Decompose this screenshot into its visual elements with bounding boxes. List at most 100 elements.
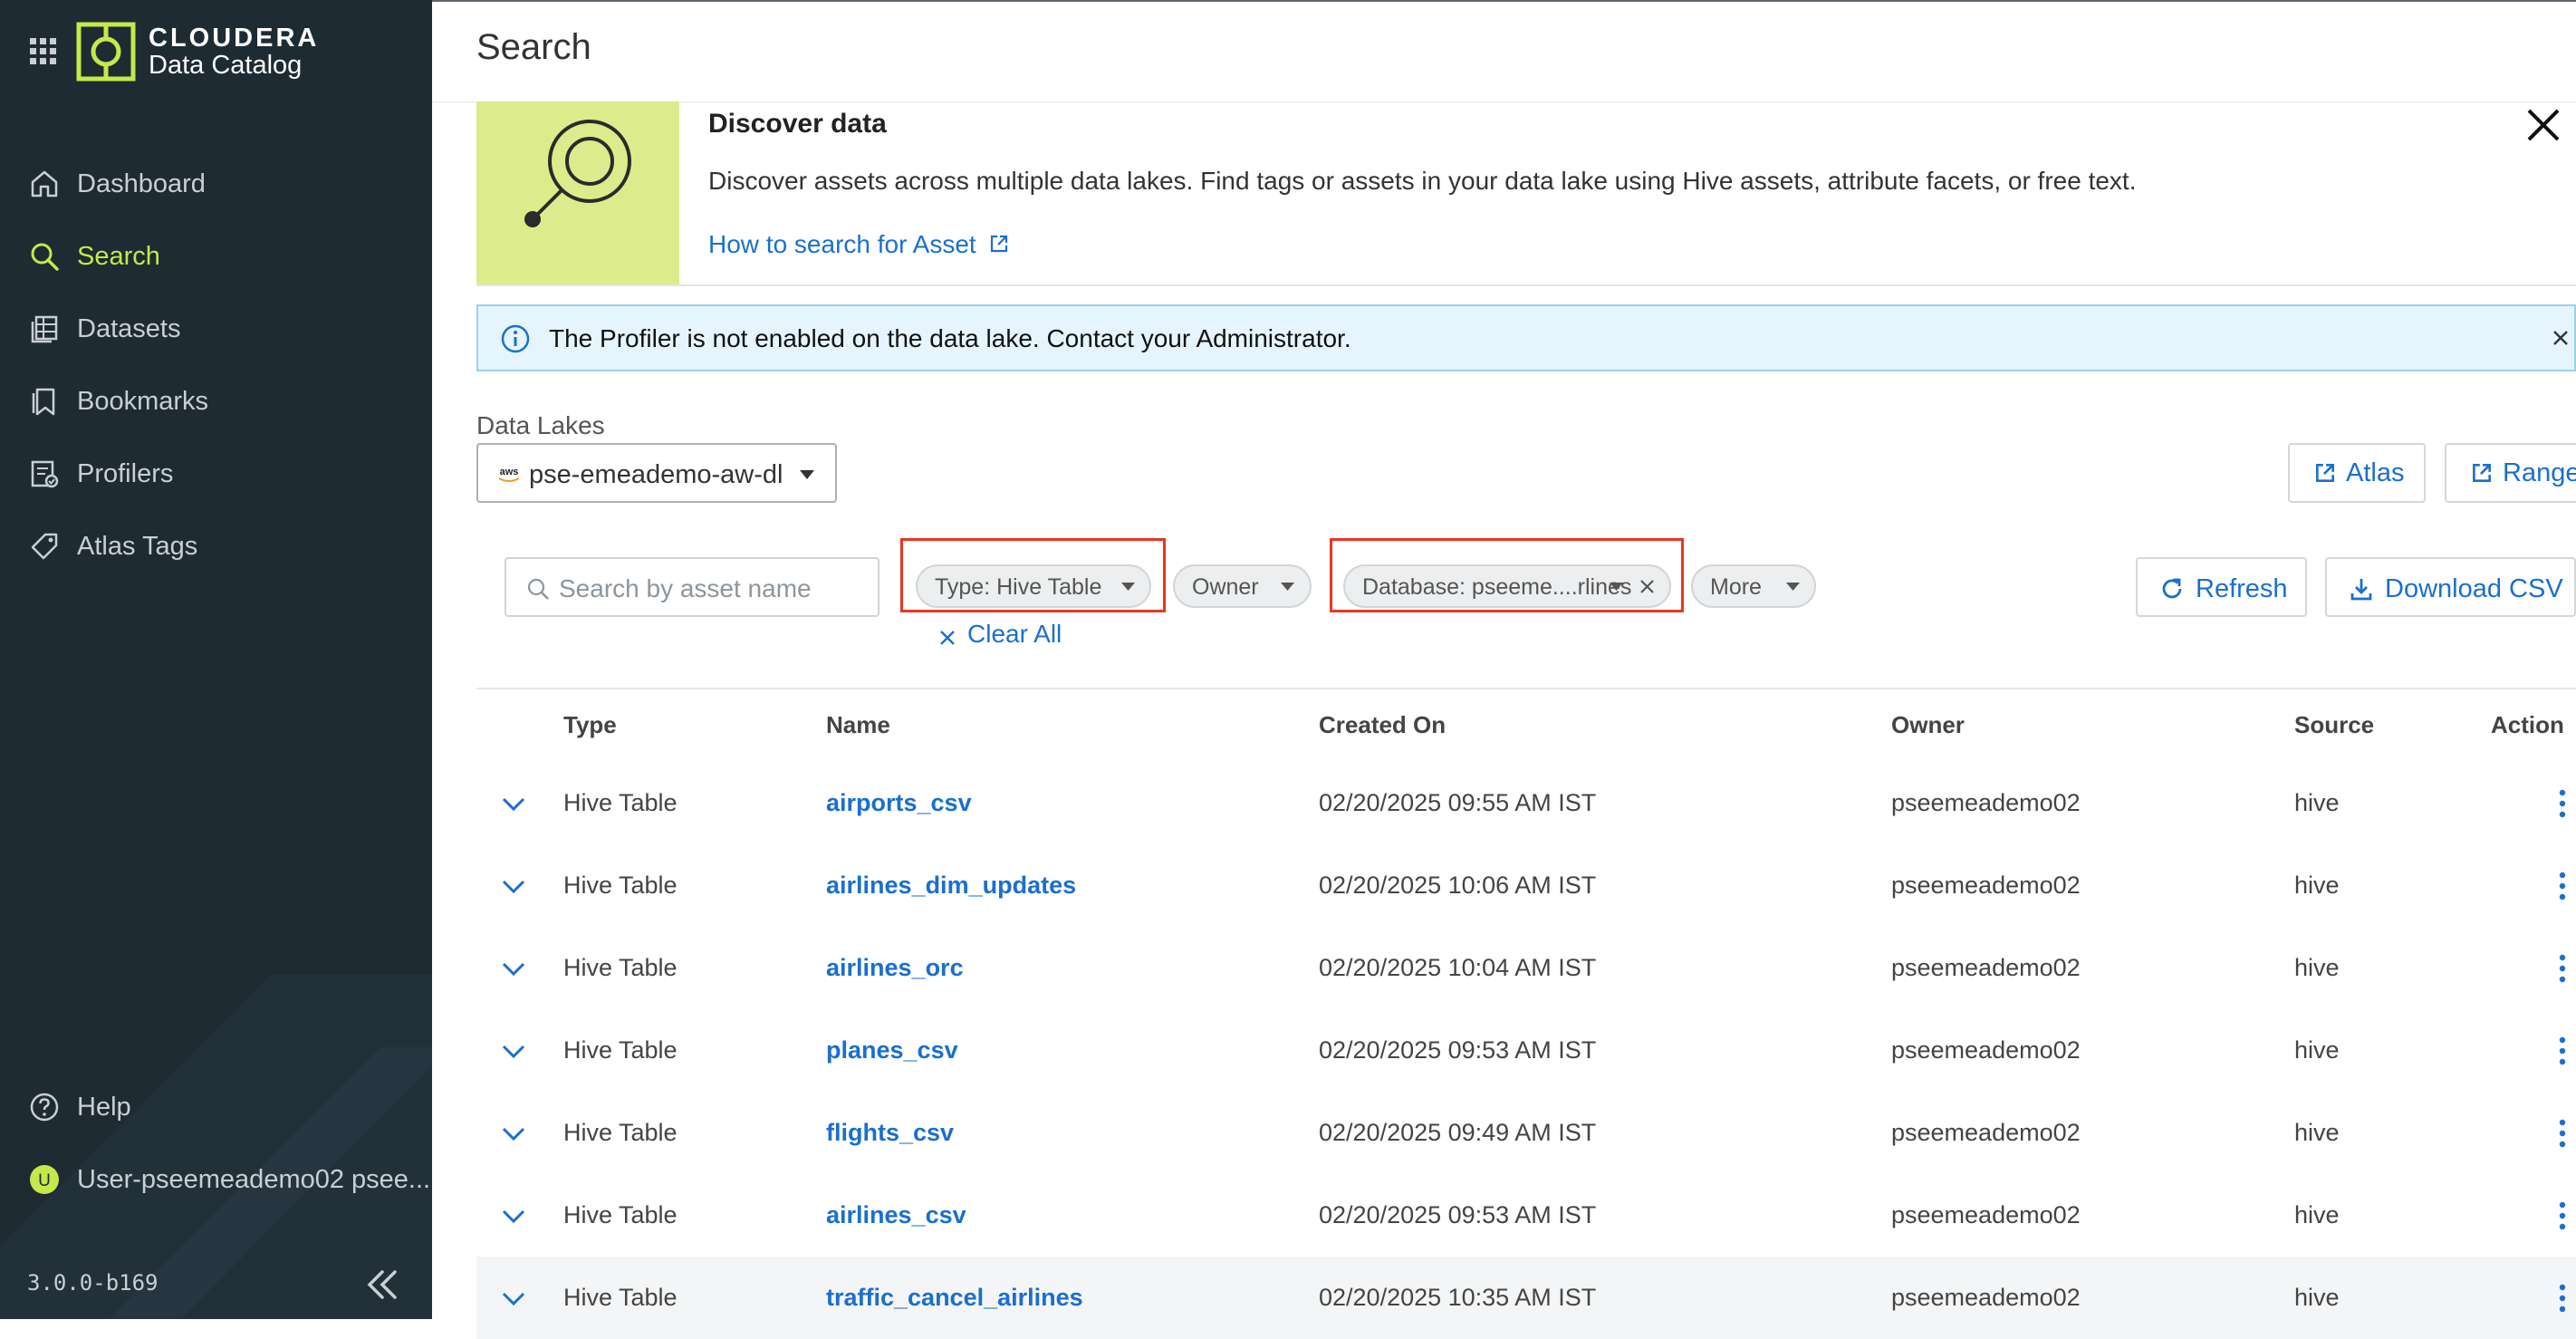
- more-filter-chip[interactable]: More: [1691, 564, 1816, 608]
- sidebar-item-label: Atlas Tags: [77, 531, 198, 561]
- filter-toolbar: Type: Hive Table Owner Database: pseeme.…: [476, 528, 2576, 688]
- cloudera-logo-icon: [76, 22, 136, 82]
- avatar-initial: U: [38, 1171, 51, 1190]
- atlas-button[interactable]: Atlas: [2288, 443, 2426, 503]
- more-actions-icon[interactable]: [2558, 1035, 2567, 1067]
- sidebar-item-user[interactable]: U User-pseemeademo02 psee...: [0, 1152, 432, 1207]
- close-icon[interactable]: [2520, 101, 2567, 149]
- app-switcher-icon[interactable]: [30, 38, 57, 65]
- version-label: 3.0.0-b169: [27, 1270, 159, 1296]
- cell-source: hive: [2294, 1119, 2340, 1146]
- sidebar-item-help[interactable]: Help: [0, 1080, 432, 1134]
- expand-chevron-icon[interactable]: [501, 796, 526, 813]
- collapse-sidebar-icon[interactable]: [362, 1267, 402, 1303]
- cell-name[interactable]: traffic_cancel_airlines: [826, 1284, 1083, 1312]
- cell-name[interactable]: planes_csv: [826, 1036, 958, 1064]
- cell-name[interactable]: airlines_dim_updates: [826, 872, 1076, 900]
- table-row: Hive Table traffic_cancel_airlines 02/20/2…: [476, 1257, 2576, 1339]
- ranger-button[interactable]: Ranger: [2445, 443, 2576, 503]
- expand-chevron-icon[interactable]: [501, 1209, 526, 1225]
- sidebar: CLOUDERA Data Catalog Dashboard Search D…: [0, 0, 432, 1319]
- discover-banner: Discover data Discover assets across mul…: [476, 101, 2576, 286]
- magnifier-illustration-icon: [524, 120, 631, 227]
- external-link-icon: [2316, 464, 2334, 482]
- cell-type: Hive Table: [563, 789, 678, 816]
- sidebar-item-bookmarks[interactable]: Bookmarks: [0, 374, 432, 429]
- table-row: Hive Table planes_csv 02/20/2025 09:53 AM …: [476, 1009, 2576, 1092]
- close-icon: [940, 631, 955, 645]
- cell-source: hive: [2294, 789, 2340, 816]
- more-actions-icon[interactable]: [2558, 1199, 2567, 1232]
- avatar: U: [30, 1165, 59, 1194]
- search-icon: [31, 243, 59, 271]
- table-header: Type Name Created On Owner Source Action: [476, 688, 2576, 764]
- cell-owner: pseemeademo02: [1891, 789, 2081, 816]
- cell-created-on: 02/20/2025 10:04 AM IST: [1319, 954, 1597, 981]
- more-actions-icon[interactable]: [2558, 952, 2567, 985]
- owner-filter-chip[interactable]: Owner: [1173, 564, 1312, 608]
- bookmark-icon: [32, 388, 55, 416]
- type-filter-label: Type: Hive Table: [935, 574, 1102, 600]
- sidebar-item-atlas-tags[interactable]: Atlas Tags: [0, 519, 432, 573]
- sidebar-item-label: Bookmarks: [77, 386, 209, 416]
- external-link-icon: [991, 235, 1008, 253]
- sidebar-item-dashboard[interactable]: Dashboard: [0, 157, 432, 211]
- ranger-button-label: Ranger: [2503, 458, 2576, 487]
- database-filter-chip[interactable]: Database: pseeme....rlines: [1343, 564, 1671, 608]
- cell-type: Hive Table: [563, 954, 678, 981]
- cell-source: hive: [2294, 1284, 2340, 1311]
- cell-owner: pseemeademo02: [1891, 1036, 2081, 1064]
- main-content: Search Discover data Discover assets acr…: [432, 0, 2576, 1339]
- cell-type: Hive Table: [563, 1284, 678, 1311]
- expand-chevron-icon[interactable]: [501, 1044, 526, 1060]
- more-actions-icon[interactable]: [2558, 787, 2567, 820]
- owner-filter-label: Owner: [1192, 574, 1259, 600]
- more-actions-icon[interactable]: [2558, 870, 2567, 902]
- discover-illustration: [476, 101, 679, 284]
- cell-name[interactable]: flights_csv: [826, 1119, 954, 1147]
- expand-chevron-icon[interactable]: [501, 1126, 526, 1142]
- chevron-down-icon: [800, 470, 814, 479]
- chevron-down-icon: [1121, 583, 1135, 591]
- expand-chevron-icon[interactable]: [501, 879, 526, 895]
- how-to-search-link[interactable]: How to search for Asset: [708, 230, 1010, 259]
- more-filter-label: More: [1710, 574, 1762, 600]
- cell-type: Hive Table: [563, 1201, 678, 1228]
- cell-name[interactable]: airlines_orc: [826, 954, 964, 982]
- column-header-source: Source: [2294, 711, 2375, 738]
- user-name: User-pseemeademo02 psee...: [77, 1164, 431, 1194]
- download-csv-label: Download CSV: [2385, 574, 2563, 603]
- column-header-action: Action: [2491, 711, 2564, 738]
- more-actions-icon[interactable]: [2558, 1117, 2567, 1150]
- info-icon: [501, 324, 530, 353]
- type-filter-chip[interactable]: Type: Hive Table: [916, 564, 1151, 608]
- chevron-down-icon: [1610, 583, 1623, 591]
- chevron-down-icon: [1786, 583, 1800, 591]
- alert-close-icon[interactable]: [2547, 324, 2574, 352]
- brand-name: CLOUDERA: [149, 24, 320, 53]
- cell-name[interactable]: airports_csv: [826, 789, 972, 817]
- download-csv-button[interactable]: Download CSV: [2325, 557, 2576, 617]
- data-lake-select[interactable]: aws pse-emeademo-aw-dl: [476, 443, 837, 503]
- remove-filter-icon[interactable]: [1639, 579, 1655, 594]
- sidebar-item-search[interactable]: Search: [0, 229, 432, 284]
- table-row: Hive Table flights_csv 02/20/2025 09:49 AM…: [476, 1092, 2576, 1174]
- sidebar-item-label: Dashboard: [77, 169, 206, 198]
- page-title: Search: [476, 27, 591, 67]
- expand-chevron-icon[interactable]: [501, 961, 526, 978]
- asset-search-box: [505, 557, 879, 617]
- expand-chevron-icon[interactable]: [501, 1291, 526, 1307]
- sidebar-item-profilers[interactable]: Profilers: [0, 447, 432, 501]
- refresh-button[interactable]: Refresh: [2136, 557, 2307, 617]
- sidebar-item-datasets[interactable]: Datasets: [0, 302, 432, 356]
- how-to-search-link-label: How to search for Asset: [708, 230, 976, 258]
- more-actions-icon[interactable]: [2558, 1282, 2567, 1315]
- cell-name[interactable]: airlines_csv: [826, 1201, 966, 1229]
- asset-search-input[interactable]: [557, 570, 869, 608]
- profiler-alert: The Profiler is not enabled on the data …: [476, 304, 2576, 371]
- help-icon: [30, 1093, 59, 1122]
- clear-all-label: Clear All: [967, 620, 1062, 648]
- cell-type: Hive Table: [563, 1036, 678, 1064]
- table-row: Hive Table airlines_orc 02/20/2025 10:04 A…: [476, 927, 2576, 1009]
- cell-owner: pseemeademo02: [1891, 1201, 2081, 1228]
